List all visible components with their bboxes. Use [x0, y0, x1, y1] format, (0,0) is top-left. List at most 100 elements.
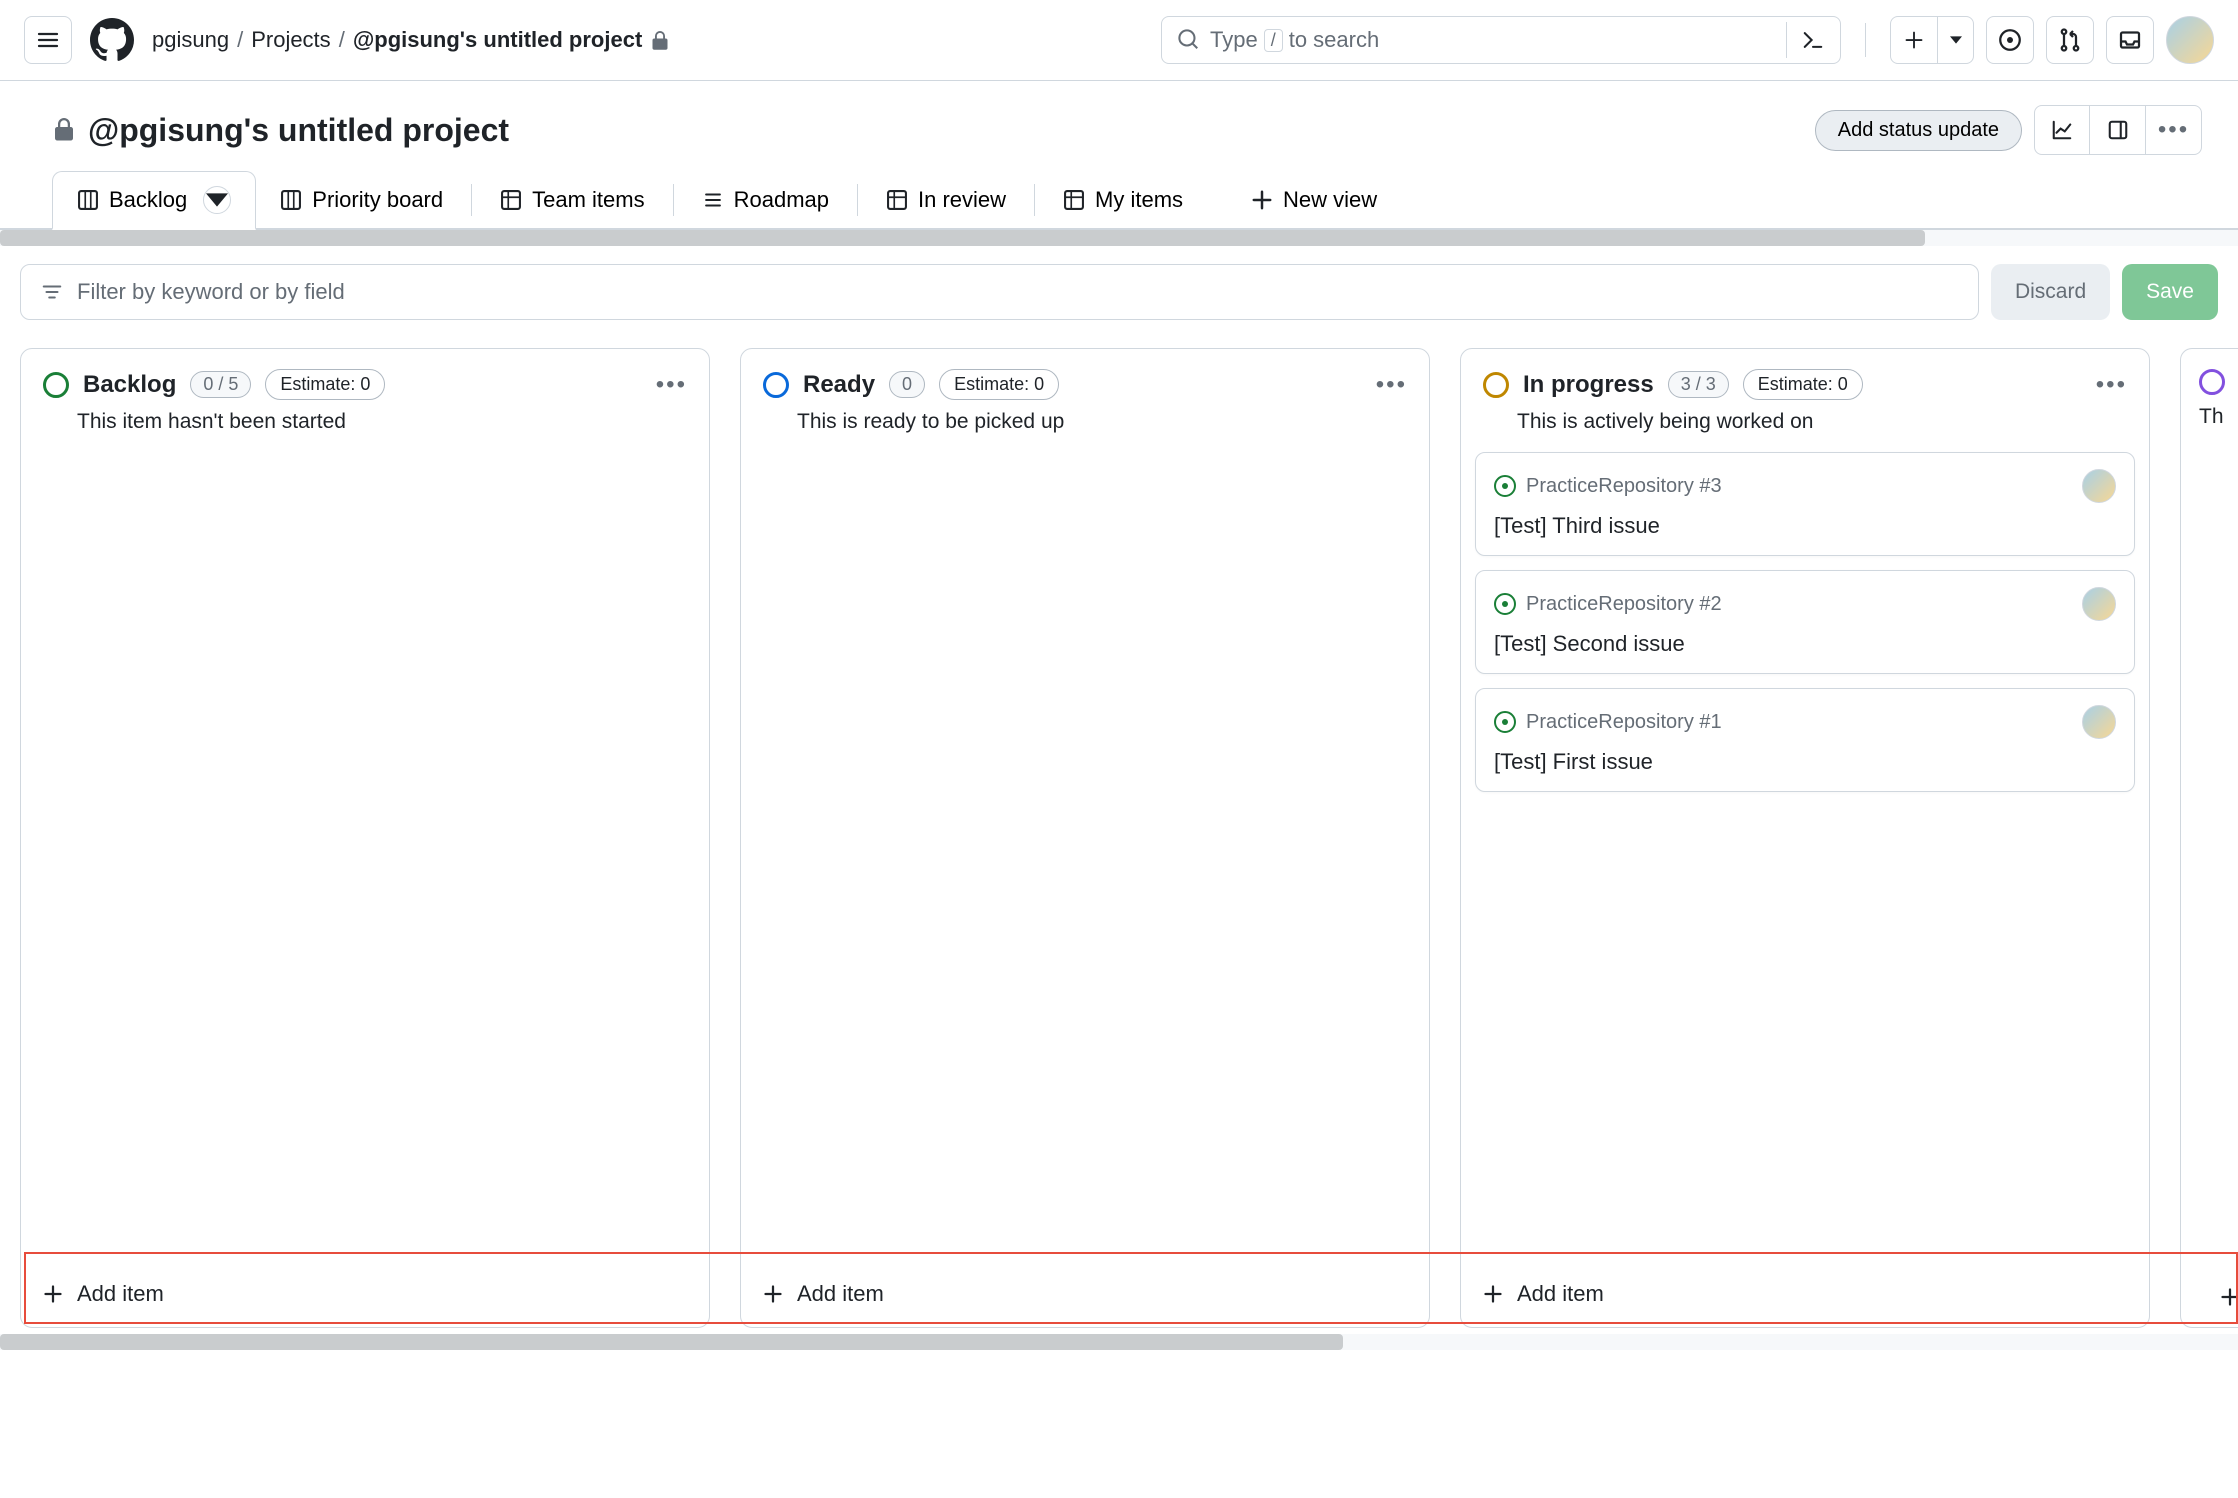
- add-item-label: Add item: [77, 1281, 164, 1307]
- github-icon: [90, 18, 134, 62]
- table-icon: [500, 189, 522, 211]
- column-partial: Th: [2180, 348, 2238, 1328]
- column-menu-button[interactable]: •••: [1376, 371, 1407, 399]
- project-menu-button[interactable]: •••: [2146, 105, 2202, 155]
- project-view-controls: •••: [2034, 105, 2202, 155]
- board-icon: [280, 189, 302, 211]
- breadcrumb-projects[interactable]: Projects: [251, 27, 330, 53]
- add-item-label: Add item: [797, 1281, 884, 1307]
- lock-icon: [52, 118, 76, 142]
- pull-requests-button[interactable]: [2046, 16, 2094, 64]
- board-scrollbar[interactable]: [0, 1334, 2238, 1350]
- tab-separator: [471, 184, 472, 216]
- card-repo-ref: PracticeRepository #1: [1526, 711, 1722, 734]
- card-title: [Test] Second issue: [1494, 631, 2116, 657]
- search-key-hint: /: [1264, 29, 1283, 52]
- column-count: 0 / 5: [190, 371, 251, 398]
- project-title-text: @pgisung's untitled project: [88, 112, 509, 149]
- column-description: This is ready to be picked up: [741, 410, 1429, 452]
- search-bar[interactable]: Type / to search: [1161, 16, 1841, 64]
- tab-my-items[interactable]: My items: [1039, 173, 1207, 227]
- table-icon: [1063, 189, 1085, 211]
- issue-open-icon: [1494, 475, 1516, 497]
- filter-icon: [41, 281, 63, 303]
- github-logo[interactable]: [88, 16, 136, 64]
- tab-team-items[interactable]: Team items: [476, 173, 668, 227]
- issue-open-icon: [1494, 593, 1516, 615]
- panel-button[interactable]: [2090, 105, 2146, 155]
- discard-button[interactable]: Discard: [1991, 264, 2110, 320]
- tab-label: Backlog: [109, 187, 187, 213]
- search-prefix: Type: [1210, 27, 1258, 53]
- tab-label: Priority board: [312, 187, 443, 213]
- card[interactable]: PracticeRepository #3 [Test] Third issue: [1475, 452, 2135, 556]
- add-item-button[interactable]: Add item: [21, 1261, 709, 1327]
- sidebar-icon: [2107, 119, 2129, 141]
- project-header: @pgisung's untitled project Add status u…: [0, 81, 2238, 155]
- plus-icon: [2220, 1287, 2238, 1307]
- column-estimate: Estimate: 0: [265, 369, 385, 400]
- column-description: Th: [2181, 405, 2238, 447]
- breadcrumb-owner[interactable]: pgisung: [152, 27, 229, 53]
- tab-backlog[interactable]: Backlog: [52, 171, 256, 230]
- plus-icon: [1904, 30, 1924, 50]
- issue-opened-icon: [1998, 28, 2022, 52]
- column-in-progress: In progress 3 / 3 Estimate: 0 ••• This i…: [1460, 348, 2150, 1328]
- card-repo-ref: PracticeRepository #3: [1526, 475, 1722, 498]
- tab-options-button[interactable]: [203, 186, 231, 214]
- save-button[interactable]: Save: [2122, 264, 2218, 320]
- filter-input[interactable]: Filter by keyword or by field: [20, 264, 1979, 320]
- search-icon: [1178, 29, 1200, 51]
- top-header: pgisung / Projects / @pgisung's untitled…: [0, 0, 2238, 81]
- breadcrumb-current: @pgisung's untitled project: [353, 27, 642, 53]
- add-status-update-button[interactable]: Add status update: [1815, 110, 2022, 151]
- inbox-button[interactable]: [2106, 16, 2154, 64]
- plus-icon: [43, 1284, 63, 1304]
- add-item-button[interactable]: [2181, 1267, 2238, 1327]
- assignee-avatar[interactable]: [2082, 705, 2116, 739]
- command-palette-button[interactable]: [1786, 22, 1830, 58]
- column-title: Backlog: [83, 371, 176, 399]
- add-item-button[interactable]: Add item: [741, 1261, 1429, 1327]
- column-cards: PracticeRepository #3 [Test] Third issue…: [1461, 452, 2149, 792]
- assignee-avatar[interactable]: [2082, 469, 2116, 503]
- new-view-button[interactable]: New view: [1227, 173, 1401, 227]
- tab-in-review[interactable]: In review: [862, 173, 1030, 227]
- caret-down-icon: [206, 189, 228, 211]
- tab-label: In review: [918, 187, 1006, 213]
- column-header: In progress 3 / 3 Estimate: 0 •••: [1461, 349, 2149, 410]
- column-title: In progress: [1523, 371, 1654, 399]
- user-avatar[interactable]: [2166, 16, 2214, 64]
- status-circle-icon: [43, 372, 69, 398]
- inbox-icon: [2118, 28, 2142, 52]
- column-title: Ready: [803, 371, 875, 399]
- table-icon: [886, 189, 908, 211]
- add-item-label: Add item: [1517, 1281, 1604, 1307]
- search-placeholder: Type / to search: [1210, 27, 1778, 53]
- lock-icon: [650, 27, 670, 53]
- issues-button[interactable]: [1986, 16, 2034, 64]
- assignee-avatar[interactable]: [2082, 587, 2116, 621]
- kebab-icon: •••: [2158, 116, 2189, 144]
- status-circle-icon: [2199, 369, 2225, 395]
- git-pull-request-icon: [2058, 28, 2082, 52]
- terminal-icon: [1802, 29, 1824, 51]
- card[interactable]: PracticeRepository #2 [Test] Second issu…: [1475, 570, 2135, 674]
- tab-priority-board[interactable]: Priority board: [256, 173, 467, 227]
- filter-row: Filter by keyword or by field Discard Sa…: [0, 246, 2238, 338]
- tab-roadmap[interactable]: Roadmap: [678, 173, 853, 227]
- tab-separator: [673, 184, 674, 216]
- graph-icon: [2051, 119, 2073, 141]
- status-circle-icon: [763, 372, 789, 398]
- column-count: 0: [889, 371, 925, 398]
- tabs-scrollbar[interactable]: [0, 230, 2238, 246]
- column-menu-button[interactable]: •••: [2096, 371, 2127, 399]
- insights-button[interactable]: [2034, 105, 2090, 155]
- hamburger-menu-button[interactable]: [24, 16, 72, 64]
- tab-separator: [1034, 184, 1035, 216]
- add-item-button[interactable]: Add item: [1461, 1261, 2149, 1327]
- create-new-dropdown[interactable]: [1890, 16, 1974, 64]
- column-menu-button[interactable]: •••: [656, 371, 687, 399]
- roadmap-icon: [702, 189, 724, 211]
- card[interactable]: PracticeRepository #1 [Test] First issue: [1475, 688, 2135, 792]
